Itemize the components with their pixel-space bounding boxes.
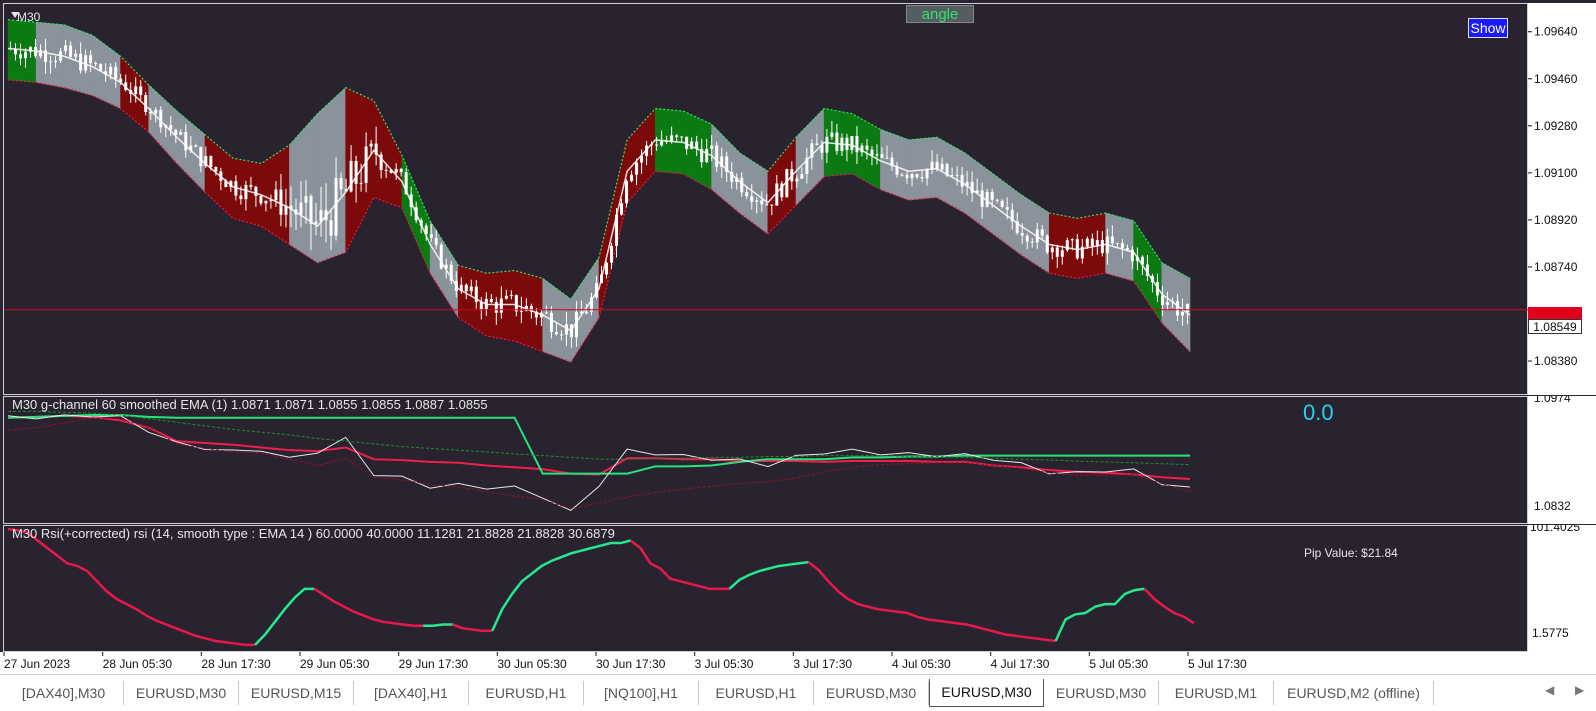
rsi-axis-max: 101.4025 — [1530, 525, 1580, 534]
time-axis-label: 3 Jul 17:30 — [793, 657, 852, 671]
time-axis-label: 4 Jul 05:30 — [892, 657, 951, 671]
time-axis-label: 30 Jun 05:30 — [497, 657, 567, 671]
price-candle — [144, 91, 148, 116]
time-axis-label: 28 Jun 05:30 — [103, 657, 173, 671]
price-axis-tick-label: 1.09280 — [1534, 119, 1578, 133]
time-axis-label: 30 Jun 17:30 — [596, 657, 666, 671]
band-segment — [880, 129, 909, 201]
band-segment — [148, 84, 178, 165]
g-channel-axis-min: 1.0832 — [1534, 499, 1571, 513]
pip-value-label: Pip Value: $21.84 — [1304, 546, 1398, 560]
rsi-segment-line — [1054, 587, 1145, 642]
time-axis-label: 3 Jul 05:30 — [695, 657, 754, 671]
tab-scroll-right-icon[interactable]: ▶ — [1575, 683, 1584, 697]
chart-tab[interactable]: EURUSD,M30 — [814, 681, 929, 705]
timeframe-label: M30 — [17, 10, 41, 24]
time-axis-label: 29 Jun 17:30 — [399, 657, 469, 671]
price-axis-tick-label: 1.09460 — [1534, 72, 1578, 86]
band-segment — [204, 134, 234, 219]
band-segment — [1020, 194, 1050, 274]
band-segment — [739, 152, 769, 235]
band-segment — [289, 112, 318, 264]
angle-button[interactable]: angle — [906, 5, 974, 23]
band-segment — [457, 264, 487, 337]
chart-tab[interactable]: [NQ100],H1 — [584, 681, 699, 705]
price-axis-tick-label: 1.09640 — [1534, 25, 1578, 39]
price-axis-tick-label: 1.08380 — [1534, 354, 1578, 368]
rsi-segment-line — [491, 539, 631, 632]
main-price-pane[interactable]: M30 — [3, 3, 1529, 396]
rsi-indicator-pane[interactable]: M30 Rsi(+corrected) rsi (14, smooth type… — [3, 525, 1528, 652]
rsi-segment-line — [1143, 587, 1195, 625]
price-chart-canvas[interactable] — [4, 4, 1529, 396]
rsi-segment-line — [452, 623, 493, 633]
chart-tab-bar: [DAX40],M30 EURUSD,M30 EURUSD,M15 [DAX40],H… — [0, 674, 1596, 711]
g-channel-series-line — [7, 417, 1191, 510]
g-channel-axis[interactable]: 1.0974 1.0832 — [1528, 396, 1596, 524]
rsi-canvas[interactable] — [4, 526, 1529, 653]
g-channel-axis-max: 1.0974 — [1534, 396, 1571, 405]
band-segment — [429, 219, 459, 319]
price-axis-tick-label: 1.08920 — [1534, 213, 1578, 227]
g-channel-caption: M30 g-channel 60 smoothed EMA (1) 1.0871… — [12, 397, 488, 412]
time-axis-ticks: 27 Jun 2023 28 Jun 05:30 28 Jun 17:30 29 Ju… — [3, 652, 1247, 671]
band-segment — [964, 152, 994, 235]
g-channel-value: 0.0 — [1303, 400, 1334, 425]
rsi-segment-line — [423, 623, 453, 627]
g-channel-series-line — [7, 414, 1191, 511]
chart-tab[interactable]: EURUSD,M30 — [929, 679, 1044, 707]
chart-tab[interactable]: [DAX40],H1 — [354, 681, 469, 705]
rsi-segment-line — [313, 587, 424, 627]
rsi-segment-line — [629, 539, 730, 591]
time-axis-label: 4 Jul 17:30 — [991, 657, 1050, 671]
tab-scroll-left-icon[interactable]: ◀ — [1545, 683, 1554, 697]
rsi-segment-line — [7, 527, 256, 647]
show-button[interactable]: Show — [1468, 18, 1508, 38]
chart-tab[interactable]: EURUSD,M15 — [239, 681, 354, 705]
band-segment — [63, 24, 93, 96]
rsi-segment-line — [807, 561, 1056, 643]
price-axis-tick-label: 1.08740 — [1534, 260, 1578, 274]
chart-tab[interactable]: EURUSD,M30 — [124, 681, 239, 705]
chart-tab[interactable]: EURUSD,H1 — [469, 681, 584, 705]
g-channel-canvas[interactable] — [4, 397, 1529, 525]
g-channel-axis-ticks: 1.0974 1.0832 — [1534, 396, 1571, 513]
rsi-axis-ticks: 101.4025 1.5775 — [1530, 525, 1580, 640]
time-axis-label: 5 Jul 17:30 — [1188, 657, 1247, 671]
price-candle — [439, 242, 443, 270]
time-axis-label: 29 Jun 05:30 — [300, 657, 370, 671]
g-channel-series-line — [8, 410, 1191, 466]
rsi-segment-line — [254, 587, 315, 646]
band-segment — [120, 55, 150, 133]
time-axis-label: 5 Jul 05:30 — [1089, 657, 1148, 671]
time-axis-label: 27 Jun 2023 — [4, 657, 70, 671]
price-axis-ticks: 1.09640 1.09460 1.09280 1.09100 1.08920 1.087… — [1528, 25, 1578, 368]
chart-tab[interactable]: EURUSD,M1 — [1159, 681, 1274, 705]
rsi-axis[interactable]: 101.4025 1.5775 — [1528, 525, 1596, 652]
time-axis[interactable]: 27 Jun 2023 28 Jun 05:30 28 Jun 17:30 29 Ju… — [0, 652, 1596, 674]
chart-tab[interactable]: EURUSD,M2 (offline) — [1274, 681, 1434, 705]
rsi-caption: M30 Rsi(+corrected) rsi (14, smooth type… — [12, 526, 615, 541]
chart-tab[interactable]: EURUSD,H1 — [699, 681, 814, 705]
g-channel-series-line — [7, 414, 1191, 481]
band-segment — [514, 270, 544, 353]
chart-tab[interactable]: EURUSD,M30 — [1044, 681, 1159, 705]
band-segment — [1105, 212, 1135, 282]
rsi-axis-min: 1.5775 — [1532, 626, 1569, 640]
price-axis-tick-label: 1.09100 — [1534, 166, 1578, 180]
time-axis-label: 28 Jun 17:30 — [201, 657, 271, 671]
rsi-segment-line — [728, 560, 809, 590]
g-channel-indicator-pane[interactable]: M30 g-channel 60 smoothed EMA (1) 1.0871… — [3, 396, 1528, 524]
price-axis[interactable]: 1.09640 1.09460 1.09280 1.09100 1.08920 1.087… — [1528, 3, 1596, 395]
current-price-tag: 1.08549 — [1528, 319, 1582, 334]
chart-tab[interactable]: [DAX40],M30 — [4, 681, 124, 705]
price-candle — [625, 179, 629, 208]
